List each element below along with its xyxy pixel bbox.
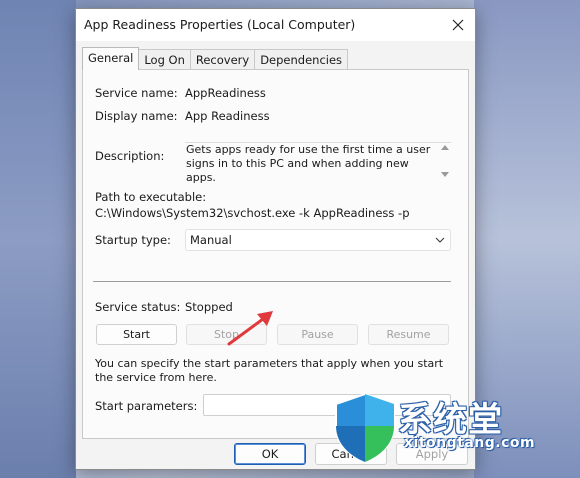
scroll-up-icon[interactable] [441,145,449,150]
ok-button[interactable]: OK [234,443,306,465]
start-params-hint: You can specify the start parameters tha… [95,357,444,384]
watermark-text-cn: 系统堂 [398,400,503,440]
service-name-value: AppReadiness [185,86,266,100]
startup-type-label: Startup type: [95,233,171,247]
general-panel: Service name: AppReadiness Display name:… [82,69,469,439]
description-scrollbar[interactable] [439,143,451,179]
tab-strip: General Log On Recovery Dependencies [82,47,349,70]
service-name-label: Service name: [95,86,178,100]
start-params-label: Start parameters: [95,399,198,413]
path-label: Path to executable: [95,190,207,204]
tab-dependencies[interactable]: Dependencies [254,49,349,70]
scroll-down-icon[interactable] [441,172,449,177]
startup-type-value: Manual [190,233,232,247]
tab-recovery[interactable]: Recovery [189,49,256,70]
shield-logo-icon [335,392,395,464]
display-name-value: App Readiness [185,109,270,123]
pause-button[interactable]: Pause [277,324,358,345]
description-text: Gets apps ready for use the first time a… [186,143,431,184]
section-divider [93,281,451,282]
display-name-label: Display name: [95,109,178,123]
watermark-text-en: xitongtang.com [404,435,536,451]
startup-type-select[interactable]: Manual [185,229,451,251]
service-status-label: Service status: [95,300,181,314]
window-title: App Readiness Properties (Local Computer… [84,17,356,32]
tab-log-on[interactable]: Log On [138,49,191,70]
desktop-background-left [0,0,76,478]
resume-button[interactable]: Resume [368,324,449,345]
path-value: C:\Windows\System32\svchost.exe -k AppRe… [95,206,410,220]
description-label: Description: [95,149,165,163]
start-button[interactable]: Start [96,324,177,345]
tab-general[interactable]: General [82,47,140,70]
close-icon [452,19,464,31]
red-arrow-icon [227,311,273,346]
title-bar: App Readiness Properties (Local Computer… [76,9,475,41]
chevron-down-icon [435,237,445,243]
description-box[interactable]: Gets apps ready for use the first time a… [185,142,451,184]
site-watermark: 系统堂 xitongtang.com [332,390,542,470]
close-button[interactable] [441,9,475,41]
